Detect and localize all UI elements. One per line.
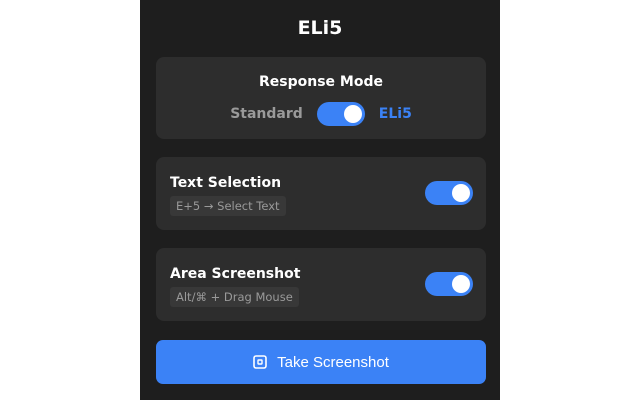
response-mode-row: Standard ELi5 xyxy=(156,102,486,126)
area-screenshot-title: Area Screenshot xyxy=(170,266,301,282)
area-screenshot-shortcut: Alt/⌘ + Drag Mouse xyxy=(170,287,299,307)
extension-popup: ELi5 Response Mode Standard ELi5 Text Se… xyxy=(140,0,500,400)
toggle-knob xyxy=(343,105,362,123)
take-screenshot-button[interactable]: Take Screenshot xyxy=(156,340,486,384)
text-selection-title: Text Selection xyxy=(170,175,282,191)
area-screenshot-toggle[interactable] xyxy=(425,272,473,296)
response-mode-card: Response Mode Standard ELi5 xyxy=(156,57,486,139)
screenshot-frame-icon xyxy=(253,355,267,369)
app-title: ELi5 xyxy=(297,17,343,39)
toggle-knob xyxy=(452,275,470,293)
mode-standard-label[interactable]: Standard xyxy=(230,106,303,122)
text-selection-shortcut: E+5 → Select Text xyxy=(170,196,286,216)
mode-eli5-label[interactable]: ELi5 xyxy=(379,106,412,122)
response-mode-toggle[interactable] xyxy=(316,102,365,126)
text-selection-toggle[interactable] xyxy=(425,181,473,205)
text-selection-card: Text Selection E+5 → Select Text xyxy=(156,157,486,230)
take-screenshot-label: Take Screenshot xyxy=(277,353,389,371)
area-screenshot-card: Area Screenshot Alt/⌘ + Drag Mouse xyxy=(156,248,486,321)
toggle-knob xyxy=(452,184,470,202)
response-mode-heading: Response Mode xyxy=(259,74,383,90)
